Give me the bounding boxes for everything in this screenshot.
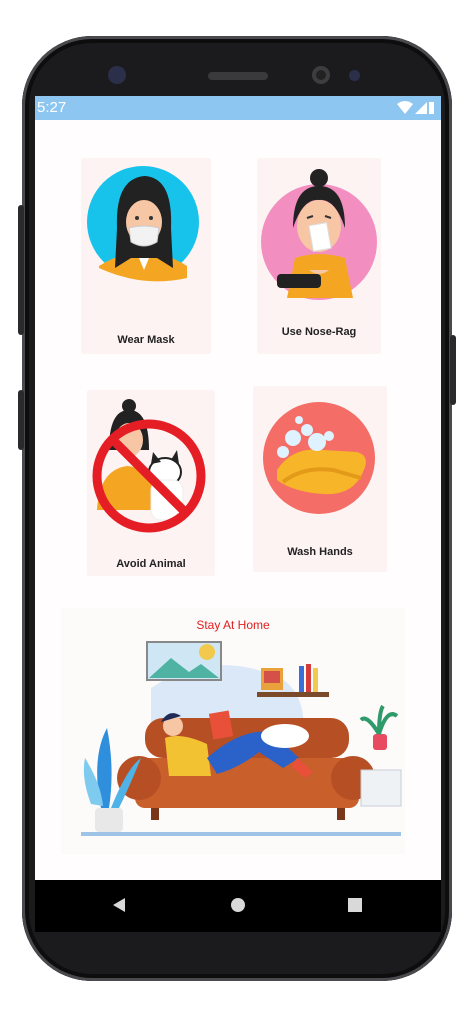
avoid-animal-illustration — [92, 399, 206, 533]
status-time: 5:27 — [37, 99, 67, 116]
signal-icon — [415, 102, 427, 114]
tile-avoid-animal[interactable]: Avoid Animal — [87, 390, 215, 576]
tile-label: Avoid Animal — [116, 558, 186, 570]
back-button[interactable] — [111, 896, 127, 914]
front-camera-icon — [312, 66, 330, 84]
status-bar: 5:27 — [35, 96, 441, 120]
navigation-bar — [35, 880, 441, 932]
nose-rag-illustration — [261, 169, 377, 300]
status-icons — [397, 101, 434, 114]
main-content: Wear Mask Use Nose-Rag Avoid Animal Wash… — [35, 120, 441, 880]
recents-button[interactable] — [347, 896, 363, 914]
battery-icon — [429, 102, 434, 114]
tile-nose-rag[interactable]: Use Nose-Rag — [257, 158, 381, 354]
wear-mask-illustration — [87, 166, 199, 282]
speaker-grille — [208, 72, 268, 80]
power-button — [450, 335, 456, 405]
volume-button — [18, 205, 24, 335]
tile-wear-mask[interactable]: Wear Mask — [81, 158, 211, 354]
bixby-button — [18, 390, 24, 450]
tile-wash-hands[interactable]: Wash Hands — [253, 386, 387, 572]
front-sensor-icon — [108, 66, 126, 84]
stay-at-home-banner[interactable]: Stay At Home — [61, 608, 405, 854]
tile-label: Wear Mask — [117, 334, 175, 346]
tile-label: Wash Hands — [287, 546, 353, 558]
stay-at-home-illustration — [81, 641, 402, 836]
tile-label: Use Nose-Rag — [281, 326, 357, 338]
iris-sensor-icon — [349, 70, 360, 81]
wash-hands-illustration — [263, 402, 375, 514]
home-button[interactable] — [229, 896, 247, 914]
screen: 5:27 Wear Mask Use Nose-Rag Avoid Animal… — [35, 96, 441, 932]
wifi-icon — [397, 101, 413, 114]
